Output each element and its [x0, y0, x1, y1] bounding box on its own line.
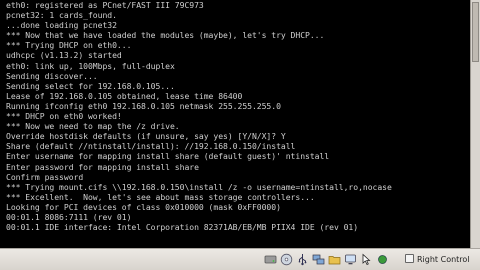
- console-line: *** DHCP on eth0 worked!: [6, 111, 122, 122]
- console-line: Sending select for 192.168.0.105...: [6, 80, 175, 91]
- console-line: udhcpc (v1.13.2) started: [6, 50, 122, 61]
- shared-folder-icon[interactable]: [328, 253, 341, 266]
- network-icon[interactable]: [312, 253, 325, 266]
- console-line: Enter username for mapping install share…: [6, 151, 330, 162]
- console-line: 00:01.1 8086:7111 (rev 01): [6, 211, 132, 222]
- optical-drive-icon[interactable]: [280, 253, 293, 266]
- console-line: *** Trying mount.cifs \\192.168.0.150\in…: [6, 181, 392, 192]
- console-line: Lease of 192.168.0.105 obtained, lease t…: [6, 90, 243, 101]
- console-line: ...done loading pcnet32: [6, 20, 117, 31]
- vm-console-screen[interactable]: eth0: registered as PCnet/FAST III 79C97…: [0, 0, 470, 248]
- vm-status-bar: Right Control: [0, 248, 480, 270]
- console-line: eth0: link up, 100Mbps, full-duplex: [6, 60, 175, 71]
- console-line: Confirm password: [6, 171, 84, 182]
- console-line: eth0: registered as PCnet/FAST III 79C97…: [6, 0, 204, 10]
- console-line: pcnet32: 1 cards_found.: [6, 10, 117, 21]
- host-key-indicator: Right Control: [405, 252, 470, 267]
- status-led-icon: [376, 253, 389, 266]
- console-line: *** Trying DHCP on eth0...: [6, 40, 132, 51]
- host-key-label: Right Control: [417, 255, 470, 264]
- console-output: eth0: registered as PCnet/FAST III 79C97…: [6, 0, 392, 232]
- mouse-integration-icon[interactable]: [360, 253, 373, 266]
- console-line: Enter password for mapping install share: [6, 161, 199, 172]
- console-line: *** Now that we have loaded the modules …: [6, 30, 325, 41]
- console-line: Running ifconfig eth0 192.168.0.105 netm…: [6, 100, 281, 111]
- console-line: Override hostdisk defaults (if unsure, s…: [6, 131, 286, 142]
- console-line: Sending discover...: [6, 70, 98, 81]
- hard-disk-icon[interactable]: [264, 253, 277, 266]
- console-line: Share (default //ntinstall/install): //1…: [6, 141, 296, 152]
- console-line: *** Now we need to map the /z drive.: [6, 121, 180, 132]
- console-line: Looking for PCI devices of class 0x01000…: [6, 201, 281, 212]
- scrollbar-thumb[interactable]: [472, 2, 479, 62]
- console-line: *** Excellent. Now, let's see about mass…: [6, 191, 315, 202]
- keyboard-icon: [405, 254, 414, 263]
- console-line: 00:01.1 IDE interface: Intel Corporation…: [6, 222, 359, 233]
- usb-icon[interactable]: [296, 253, 309, 266]
- capture-icon[interactable]: [344, 253, 357, 266]
- vertical-scrollbar[interactable]: [470, 0, 480, 248]
